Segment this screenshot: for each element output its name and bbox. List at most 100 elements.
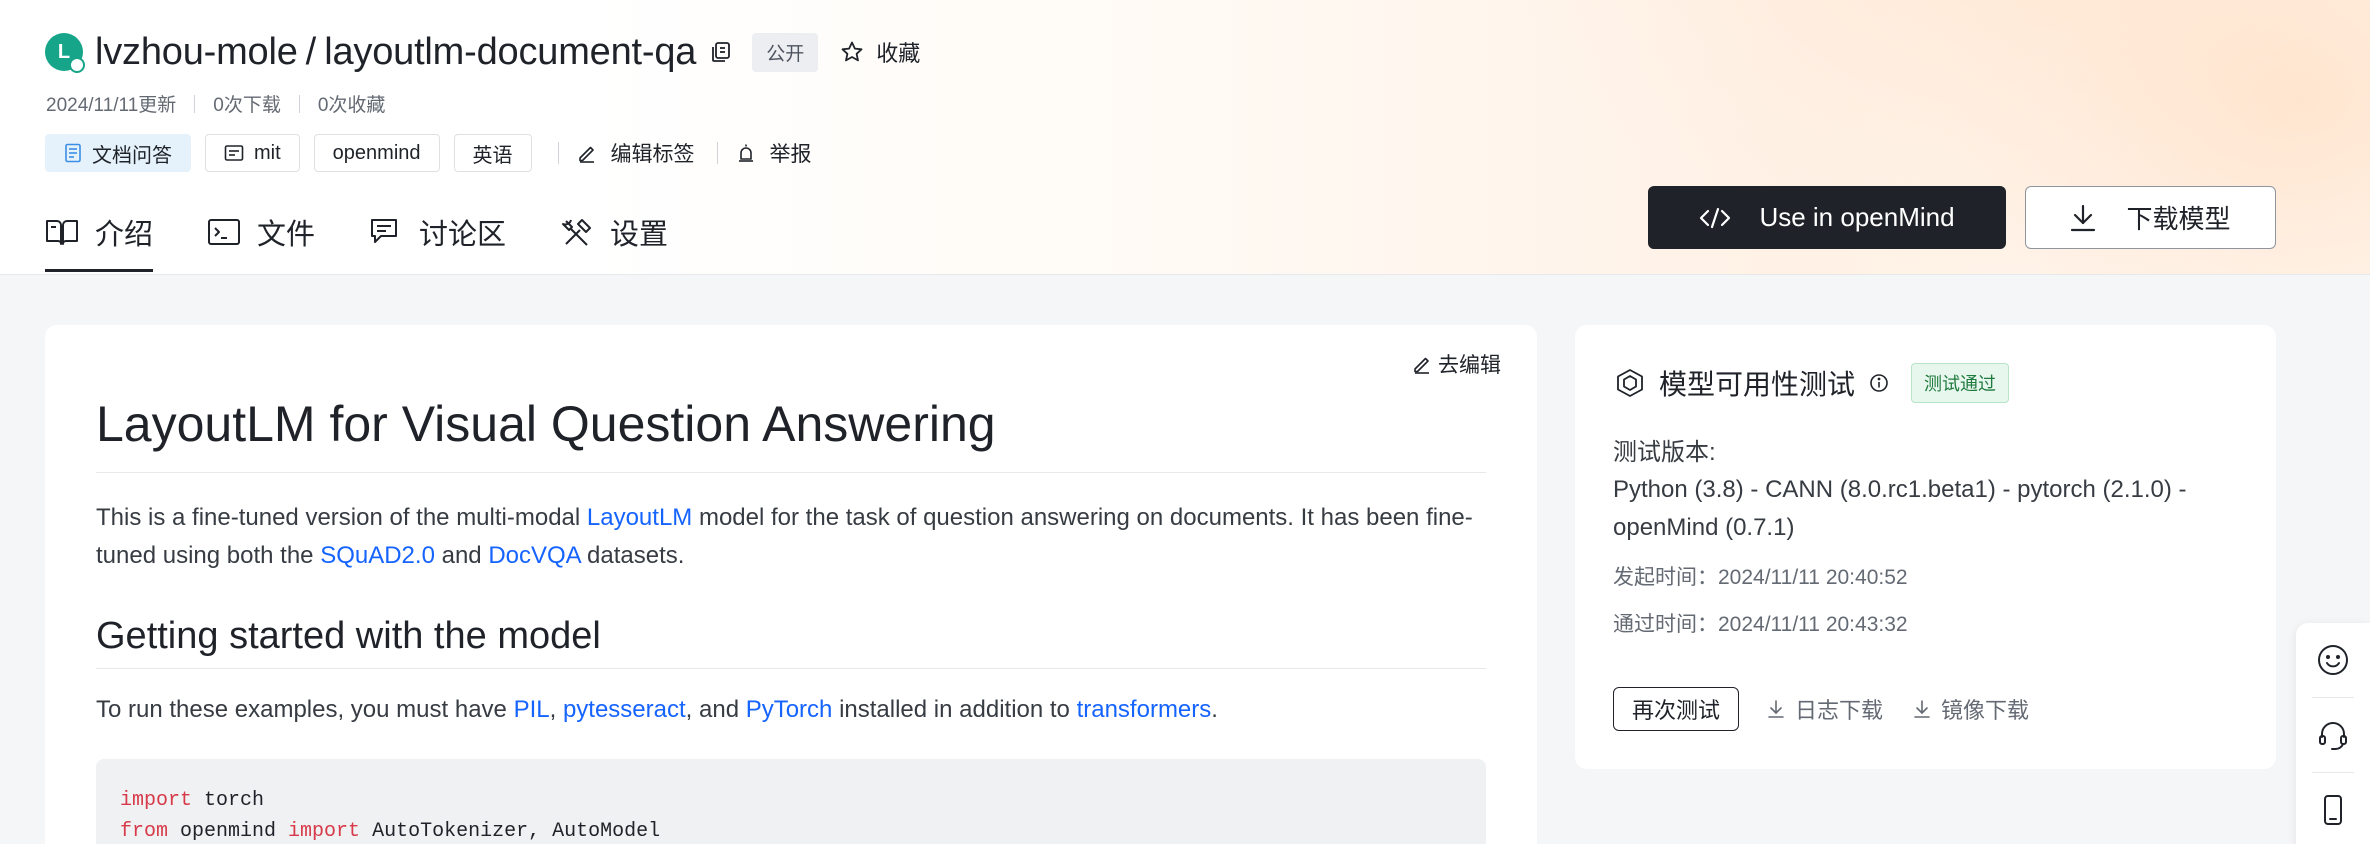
download-count: 0次下载 [213,95,281,116]
tag-divider [557,142,559,164]
squad-link[interactable]: SQuAD2.0 [320,542,435,569]
image-download-link[interactable]: 镜像下载 [1913,693,2029,725]
favorite-button[interactable]: 收藏 [840,36,920,68]
tools-icon [562,219,592,246]
repo-name: layoutlm-document-qa [324,30,697,73]
edit-readme-link[interactable]: 去编辑 [1412,349,1501,379]
test-pass-time: 通过时间：2024/11/11 20:43:32 [1613,613,1908,636]
license-icon [224,145,244,161]
run-text-2: , [549,695,563,723]
tag-task[interactable]: 文档问答 [45,134,191,172]
avatar-letter: L [57,40,71,63]
tag-language-label: 英语 [472,144,513,167]
stats-divider [298,94,300,113]
pytorch-link[interactable]: PyTorch [746,696,833,723]
star-icon [841,41,863,62]
code-line: from openmind import AutoTokenizer, Auto… [120,816,1462,844]
layoutlm-link[interactable]: LayoutLM [587,504,692,531]
favorite-label: 收藏 [876,41,921,66]
readme-intro: This is a fine-tuned version of the mult… [96,499,1486,575]
docvqa-link[interactable]: DocVQA [488,542,580,569]
avatar[interactable]: L [45,33,85,73]
tab-discussion-label: 讨论区 [419,219,507,251]
run-text-5: . [1211,695,1218,723]
edit-tags-button[interactable]: 编辑标签 [577,138,695,168]
repo-header: L lvzhou-mole / layoutlm-document-qa 公开 … [0,0,2370,275]
info-icon[interactable] [1869,373,1889,393]
tag-framework[interactable]: openmind [313,134,440,172]
repo-separator: / [305,30,317,73]
tag-license[interactable]: mit [205,134,300,172]
tab-discussion[interactable]: 讨论区 [369,200,506,264]
edit-tags-label: 编辑标签 [610,143,695,166]
smile-icon [2318,645,2348,675]
headset-icon [2319,722,2347,750]
download-icon [2071,204,2096,231]
model-test-card: 模型可用性测试 测试通过 测试版本: Python (3.8) - CANN (… [1575,325,2276,769]
readme-requirements: To run these examples, you must have PIL… [96,691,1486,729]
phone-icon [2324,795,2342,825]
download-model-label: 下载模型 [2126,204,2231,234]
book-icon [46,220,78,245]
favorite-count: 0次收藏 [317,95,386,116]
download-icon [1914,700,1930,718]
tab-intro[interactable]: 介绍 [45,200,154,272]
code-icon [1700,207,1731,228]
edit-readme-label: 去编辑 [1438,354,1501,377]
readme-heading-getting-started: Getting started with the model [96,615,1486,669]
tab-files[interactable]: 文件 [207,200,315,264]
alarm-icon [738,144,753,162]
use-openmind-button[interactable]: Use in openMind [1648,186,2006,249]
test-card-title: 模型可用性测试 [1659,369,1856,400]
support-button[interactable] [2296,698,2370,772]
pencil-icon [578,146,594,163]
readme-content: LayoutLM for Visual Question Answering T… [96,393,1486,844]
use-openmind-label: Use in openMind [1759,202,1955,232]
readme-title: LayoutLM for Visual Question Answering [96,393,1486,473]
updated-date: 2024/11/11更新 [46,95,177,116]
feedback-button[interactable] [2296,623,2370,697]
code-block: import torch from openmind import AutoTo… [96,758,1486,844]
retest-button[interactable]: 再次测试 [1613,687,1740,731]
test-start-time: 发起时间：2024/11/11 20:40:52 [1613,566,1908,589]
repo-title-row: L lvzhou-mole / layoutlm-document-qa 公开 … [45,28,920,76]
tag-divider [716,142,718,164]
folder-icon [208,219,241,245]
pytesseract-link[interactable]: pytesseract [563,696,686,723]
document-icon [65,143,81,163]
log-download-label: 日志下载 [1795,698,1884,723]
code-keyword: import [288,819,361,843]
tab-settings[interactable]: 设置 [560,200,668,264]
test-version-value: Python (3.8) - CANN (8.0.rc1.beta1) - py… [1613,476,2187,541]
report-button[interactable]: 举报 [736,138,812,168]
run-text-4: installed in addition to [832,695,1077,723]
download-model-button[interactable]: 下载模型 [2025,186,2276,249]
copy-icon[interactable] [710,41,732,63]
code-keyword: import [120,788,193,812]
repo-owner[interactable]: lvzhou-mole [95,31,298,74]
code-text: torch [192,788,265,812]
test-details: 测试版本: Python (3.8) - CANN (8.0.rc1.beta1… [1613,435,2253,642]
run-text-1: To run these examples, you must have [96,695,514,723]
tag-language[interactable]: 英语 [453,134,532,172]
floating-toolbar [2296,623,2370,844]
test-status-badge: 测试通过 [1911,363,2010,403]
avatar-badge-icon [69,57,85,73]
repo-tabs: 介绍 文件 讨论区 设置 [45,200,722,274]
repo-stats: 2024/11/11更新 0次下载 0次收藏 [46,90,385,117]
tab-settings-label: 设置 [610,219,669,251]
mobile-button[interactable] [2296,773,2370,844]
intro-text-1: This is a fine-tuned version of the mult… [96,503,587,531]
run-text-3: , and [685,695,746,723]
tag-framework-label: openmind [332,141,421,164]
chat-icon [371,219,398,243]
intro-text-4: datasets. [580,541,685,569]
test-actions: 再次测试 日志下载 镜像下载 [1613,687,2059,731]
tag-license-label: mit [254,141,281,164]
log-download-link[interactable]: 日志下载 [1767,693,1883,725]
report-label: 举报 [769,143,812,166]
pil-link[interactable]: PIL [514,696,550,723]
transformers-link[interactable]: transformers [1077,696,1212,723]
hexagon-icon [1617,369,1643,397]
code-text: AutoTokenizer, AutoModel [360,819,661,843]
